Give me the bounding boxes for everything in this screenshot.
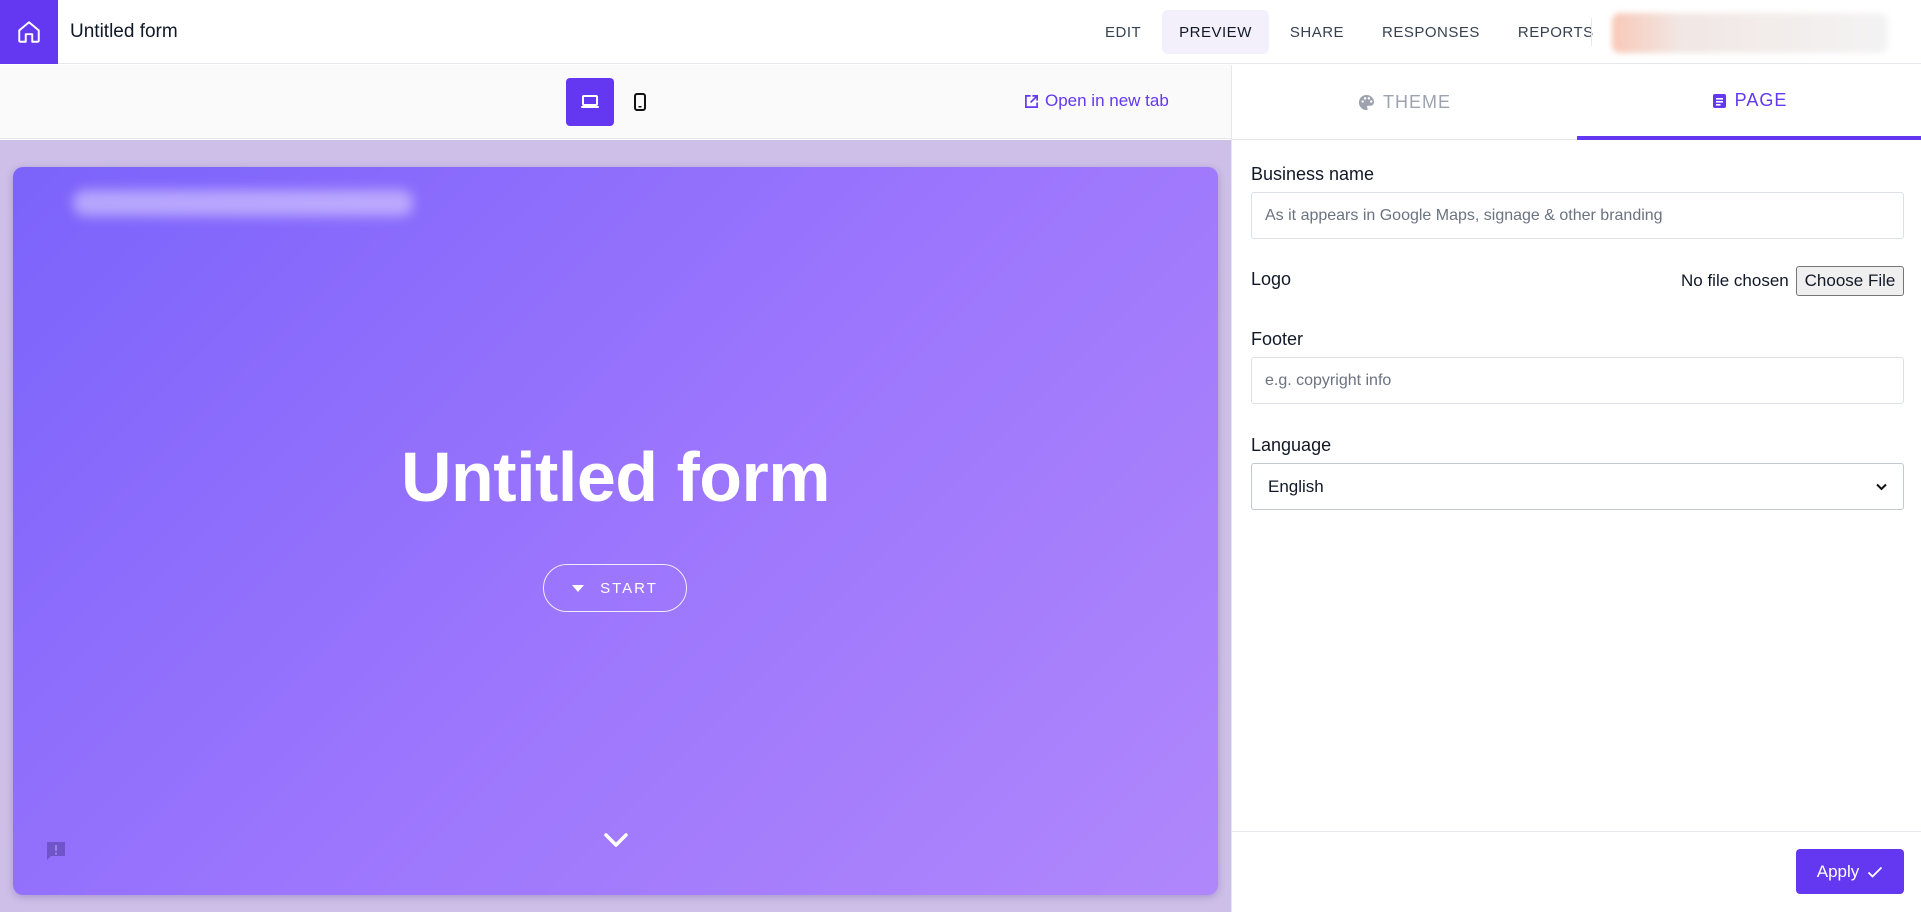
home-icon — [18, 21, 40, 43]
check-icon — [1868, 866, 1883, 878]
form-title[interactable]: Untitled form — [70, 0, 178, 64]
caret-down-icon — [572, 584, 585, 592]
chevron-down-icon — [1876, 483, 1887, 490]
chevron-down-icon[interactable] — [601, 830, 631, 850]
logo-label: Logo — [1251, 269, 1292, 289]
nav-responses[interactable]: RESPONSES — [1365, 10, 1497, 54]
top-bar: Untitled form EDIT PREVIEW SHARE RESPONS… — [0, 0, 1921, 64]
feedback-icon[interactable] — [45, 840, 67, 862]
tab-theme[interactable]: THEME — [1232, 65, 1577, 140]
choose-file-button[interactable]: Choose File — [1796, 266, 1904, 296]
apply-button[interactable]: Apply — [1796, 849, 1904, 894]
form-preview: Untitled form START — [13, 167, 1218, 895]
open-in-new-tab-label: Open in new tab — [1045, 91, 1169, 110]
language-label: Language — [1251, 435, 1332, 455]
language-selected-value: English — [1268, 476, 1324, 496]
palette-icon — [1358, 94, 1375, 111]
panel-footer: Apply — [1232, 831, 1921, 912]
language-select[interactable]: English — [1251, 463, 1904, 510]
start-button[interactable]: START — [543, 564, 687, 612]
tab-theme-label: THEME — [1383, 92, 1451, 112]
redacted-header-text — [73, 190, 413, 216]
footer-input[interactable] — [1251, 357, 1904, 404]
page-icon — [1712, 93, 1726, 108]
footer-label: Footer — [1251, 329, 1304, 349]
laptop-icon — [581, 95, 599, 108]
desktop-view-button[interactable] — [566, 78, 614, 126]
apply-label: Apply — [1816, 861, 1860, 881]
nav-edit[interactable]: EDIT — [1088, 10, 1158, 54]
nav-reports[interactable]: REPORTS — [1501, 10, 1611, 54]
settings-tabs: THEME PAGE — [1232, 65, 1921, 140]
business-name-label: Business name — [1251, 164, 1375, 184]
nav-share[interactable]: SHARE — [1273, 10, 1361, 54]
start-label: START — [600, 579, 658, 597]
logo-file-status: No file chosen — [1681, 271, 1789, 290]
nav-divider — [1591, 18, 1592, 46]
external-link-icon — [1025, 94, 1038, 108]
preview-toolbar: Open in new tab — [0, 65, 1231, 139]
tab-page[interactable]: PAGE — [1577, 65, 1921, 140]
mobile-view-button[interactable] — [616, 78, 664, 126]
tab-page-label: PAGE — [1734, 90, 1788, 110]
phone-icon — [634, 93, 646, 111]
nav-preview[interactable]: PREVIEW — [1162, 10, 1269, 54]
business-name-input[interactable] — [1251, 192, 1904, 239]
home-button[interactable] — [0, 0, 58, 64]
main-nav: EDIT PREVIEW SHARE RESPONSES REPORTS — [1088, 10, 1611, 54]
open-in-new-tab-link[interactable]: Open in new tab — [1024, 91, 1169, 111]
account-menu-redacted[interactable] — [1612, 13, 1888, 53]
preview-hero-title: Untitled form — [400, 438, 831, 516]
settings-panel: THEME PAGE Business name Logo No file ch… — [1231, 65, 1921, 912]
